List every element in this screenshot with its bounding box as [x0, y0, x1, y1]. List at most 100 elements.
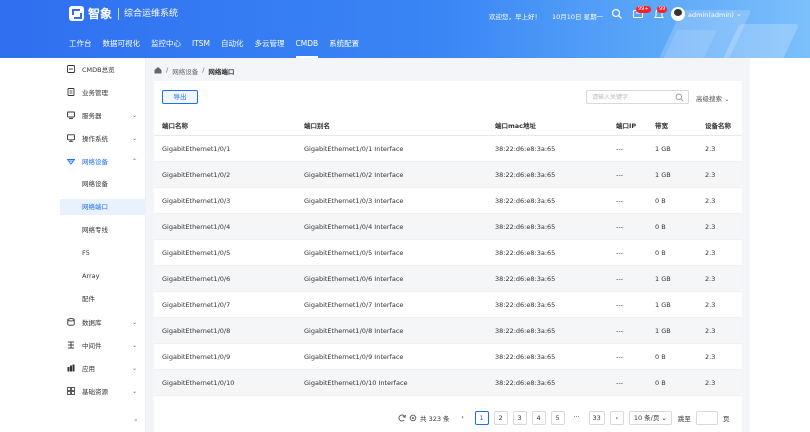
- port-ip-cell: ---: [616, 248, 624, 257]
- table-row[interactable]: GigabitEthernet1/0/9 GigabitEthernet1/0/9…: [154, 344, 742, 370]
- sidebar-item-label: 数据库: [82, 319, 102, 327]
- column-header[interactable]: 端口别名: [304, 115, 330, 135]
- page-last-button[interactable]: 33: [588, 411, 605, 425]
- greeting-text: 欢迎您，早上好！: [489, 13, 541, 21]
- collapse-sidebar-icon[interactable]: «: [134, 417, 138, 424]
- tab-system-config[interactable]: 系统配置: [329, 38, 359, 54]
- notification-badge: 99+: [636, 6, 651, 13]
- ports-table: 端口名称 端口别名 端口mac地址 端口IP 带宽 设备名称 GigabitEt…: [154, 115, 742, 396]
- port-ip-cell: ---: [616, 196, 624, 205]
- sidebar: CMDB总览 业务管理 服务器 ⌄ 操作系统 ⌄ 网络设备 ⌃ 网络设备 网络端…: [60, 58, 146, 432]
- page-1-button[interactable]: 1: [474, 411, 489, 425]
- device-name-cell: 2.3: [705, 300, 716, 309]
- goto-page-input[interactable]: [695, 411, 718, 425]
- sidebar-subitem-array[interactable]: Array: [60, 268, 146, 284]
- table-row[interactable]: GigabitEthernet1/0/7 GigabitEthernet1/0/7…: [154, 292, 742, 318]
- device-name-cell: 2.3: [705, 170, 716, 179]
- bandwidth-cell: 1 GB: [655, 300, 671, 309]
- column-header[interactable]: 端口IP: [616, 115, 636, 135]
- next-page-button[interactable]: ›: [609, 411, 624, 425]
- tab-itsm[interactable]: ITSM: [192, 38, 210, 54]
- port-alias-cell: GigabitEthernet1/0/7 Interface: [304, 300, 404, 309]
- tab-multicloud[interactable]: 多云管理: [255, 38, 285, 54]
- port-alias-cell: GigabitEthernet1/0/2 Interface: [304, 170, 404, 179]
- sidebar-item-os[interactable]: 操作系统 ⌄: [60, 130, 146, 146]
- avatar[interactable]: [671, 7, 685, 21]
- mac-address-cell: 38:22:d6:e8:3a:65: [495, 248, 556, 257]
- tab-cmdb[interactable]: CMDB: [295, 38, 318, 58]
- table-row[interactable]: GigabitEthernet1/0/2 GigabitEthernet1/0/2…: [154, 162, 742, 188]
- search-input[interactable]: [587, 91, 672, 103]
- column-header[interactable]: 端口名称: [162, 115, 188, 135]
- sidebar-item-overview[interactable]: CMDB总览: [60, 61, 146, 77]
- tab-workbench[interactable]: 工作台: [69, 38, 92, 54]
- page-4-button[interactable]: 4: [531, 411, 546, 425]
- system-name: 综合运维系统: [124, 9, 179, 19]
- home-icon[interactable]: [154, 66, 162, 74]
- page-size-select[interactable]: 10 条/页 ⌄: [628, 411, 672, 425]
- tab-monitor[interactable]: 监控中心: [151, 38, 181, 54]
- search-icon[interactable]: [611, 8, 623, 20]
- mac-address-cell: 38:22:d6:e8:3a:65: [495, 144, 556, 153]
- advanced-search-button[interactable]: 高级搜索 ⌄: [696, 93, 730, 103]
- sidebar-item-network[interactable]: 网络设备 ⌃: [60, 153, 146, 169]
- sidebar-item-middleware[interactable]: 中间件 ⌄: [60, 337, 146, 353]
- table-row[interactable]: GigabitEthernet1/0/10 GigabitEthernet1/0/…: [154, 370, 742, 396]
- port-alias-cell: GigabitEthernet1/0/6 Interface: [304, 274, 404, 283]
- table-row[interactable]: GigabitEthernet1/0/8 GigabitEthernet1/0/8…: [154, 318, 742, 344]
- column-header[interactable]: 端口mac地址: [495, 115, 536, 135]
- prev-page-button[interactable]: ‹: [456, 411, 470, 425]
- page-3-button[interactable]: 3: [512, 411, 527, 425]
- sidebar-item-base-resource[interactable]: 基础资源 ⌄: [60, 383, 146, 399]
- table-row[interactable]: GigabitEthernet1/0/6 GigabitEthernet1/0/6…: [154, 266, 742, 292]
- page-ellipsis[interactable]: ···: [570, 411, 584, 425]
- sidebar-item-app[interactable]: 应用 ⌄: [60, 360, 146, 376]
- sidebar-item-server[interactable]: 服务器 ⌄: [60, 107, 146, 123]
- tab-automation[interactable]: 自动化: [221, 38, 244, 54]
- content-panel: 导出 高级搜索 ⌄ 端口名称 端口别名 端口mac地址 端口IP 带宽 设备名称…: [154, 81, 742, 432]
- device-name-cell: 2.3: [705, 222, 716, 231]
- port-alias-cell: GigabitEthernet1/0/9 Interface: [304, 352, 404, 361]
- breadcrumb-sep: /: [166, 66, 169, 74]
- sidebar-item-label: CMDB总览: [82, 66, 115, 74]
- page-5-button[interactable]: 5: [550, 411, 565, 425]
- port-ip-cell: ---: [616, 326, 624, 335]
- mac-address-cell: 38:22:d6:e8:3a:65: [495, 196, 556, 205]
- port-ip-cell: ---: [616, 300, 624, 309]
- mail-badge: 99: [657, 6, 668, 13]
- port-ip-cell: ---: [616, 274, 624, 283]
- chevron-down-icon: ⌄: [132, 387, 138, 395]
- server-icon: [67, 111, 75, 119]
- port-name-cell: GigabitEthernet1/0/2: [162, 170, 231, 179]
- mac-address-cell: 38:22:d6:e8:3a:65: [495, 378, 556, 387]
- sidebar-item-business[interactable]: 业务管理: [60, 84, 146, 100]
- sidebar-subitem-network-port[interactable]: 网络端口: [60, 199, 146, 215]
- tab-visualization[interactable]: 数据可视化: [103, 38, 141, 54]
- search-icon[interactable]: [675, 93, 684, 102]
- chevron-down-icon: ⌄: [132, 318, 138, 326]
- port-name-cell: GigabitEthernet1/0/7: [162, 300, 231, 309]
- breadcrumb-parent[interactable]: 网络设备: [172, 66, 198, 76]
- chevron-down-icon: ⌄: [132, 134, 138, 142]
- user-name[interactable]: admin(admin): [688, 11, 734, 19]
- table-row[interactable]: GigabitEthernet1/0/1 GigabitEthernet1/0/1…: [154, 136, 742, 162]
- sidebar-item-database[interactable]: 数据库 ⌄: [60, 314, 146, 330]
- table-row[interactable]: GigabitEthernet1/0/5 GigabitEthernet1/0/5…: [154, 240, 742, 266]
- table-row[interactable]: GigabitEthernet1/0/3 GigabitEthernet1/0/3…: [154, 188, 742, 214]
- bandwidth-cell: 0 B: [655, 378, 666, 387]
- chevron-down-icon[interactable]: ⌄: [736, 10, 742, 18]
- sidebar-subitem-parts[interactable]: 配件: [60, 291, 146, 307]
- settings-icon[interactable]: [409, 414, 417, 422]
- column-header[interactable]: 带宽: [655, 115, 668, 135]
- refresh-icon[interactable]: [398, 414, 406, 422]
- page-2-button[interactable]: 2: [493, 411, 508, 425]
- bandwidth-cell: 1 GB: [655, 170, 671, 179]
- sidebar-subitem-network-line[interactable]: 网络专线: [60, 222, 146, 238]
- sidebar-subitem-network-device[interactable]: 网络设备: [60, 176, 146, 192]
- app-icon: [67, 364, 75, 372]
- sidebar-subitem-f5[interactable]: F5: [60, 245, 146, 261]
- export-button[interactable]: 导出: [162, 90, 198, 104]
- business-icon: [67, 88, 75, 96]
- table-row[interactable]: GigabitEthernet1/0/4 GigabitEthernet1/0/4…: [154, 214, 742, 240]
- column-header[interactable]: 设备名称: [705, 115, 731, 135]
